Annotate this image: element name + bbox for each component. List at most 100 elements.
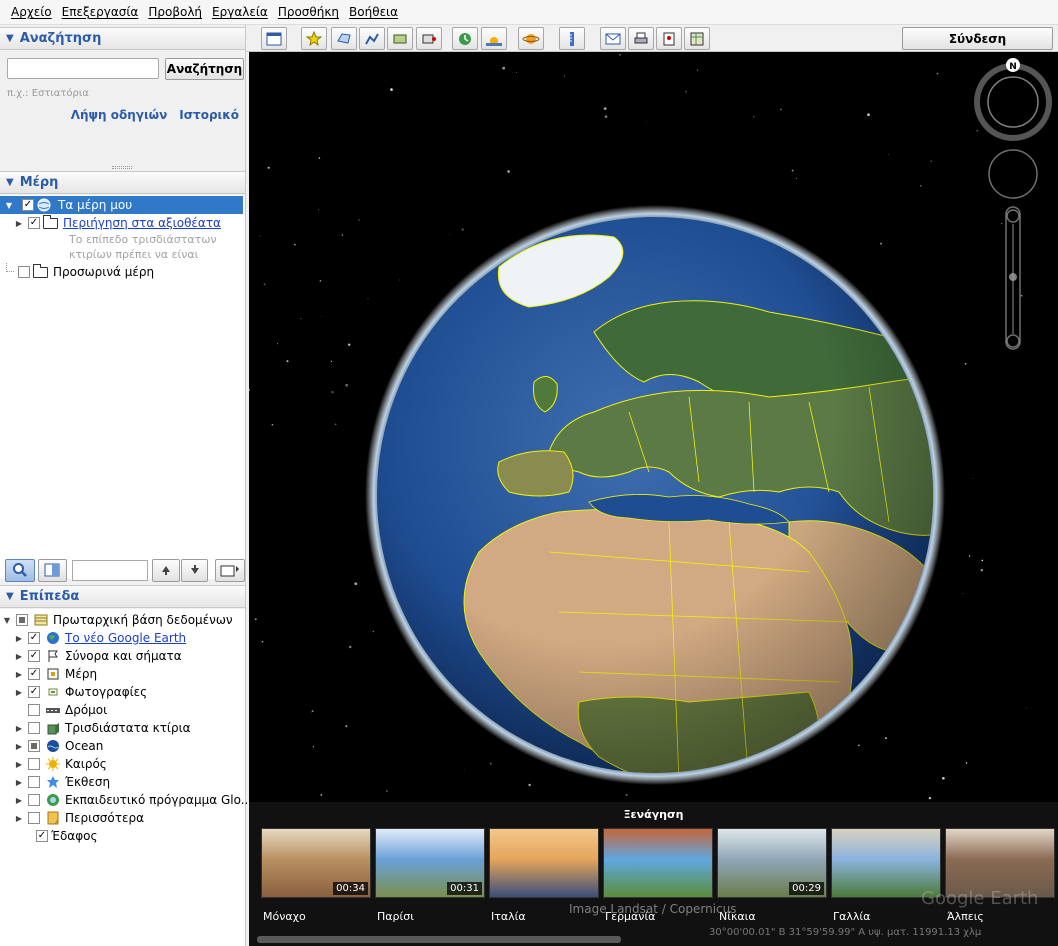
zoom-slider[interactable] <box>1005 206 1021 350</box>
tree-item-my-places[interactable]: ▼ ✓ Τα μέρη μου <box>0 196 243 214</box>
expand-icon[interactable]: ▶ <box>14 670 24 679</box>
menu-edit[interactable]: Επεξεργασία <box>57 5 144 19</box>
resize-grip[interactable] <box>112 166 132 169</box>
collapse-triangle-icon[interactable]: ▼ <box>6 33 14 44</box>
signin-button[interactable]: Σύνδεση <box>902 27 1053 50</box>
collapse-triangle-icon[interactable]: ▼ <box>6 177 14 188</box>
tour-duration: 00:31 <box>447 882 482 895</box>
expand-icon[interactable]: ▶ <box>14 796 24 805</box>
layer-item[interactable]: ✓ Έδαφος <box>22 827 98 845</box>
planets-button[interactable] <box>518 27 544 50</box>
expand-icon[interactable]: ▶ <box>14 219 24 228</box>
layer-checkbox[interactable]: ✓ <box>28 650 40 662</box>
expand-icon[interactable]: ▶ <box>14 652 24 661</box>
sidebar-toggle-button[interactable] <box>261 27 287 50</box>
temporary-places-checkbox[interactable] <box>18 266 30 278</box>
zoom-handle[interactable] <box>1009 273 1017 281</box>
tour-title: Ξενάγηση <box>623 808 684 821</box>
layer-checkbox[interactable] <box>28 776 40 788</box>
menu-view[interactable]: Προβολή <box>143 5 207 19</box>
places-header[interactable]: ▼ Μέρη <box>0 171 245 194</box>
layer-checkbox[interactable] <box>28 758 40 770</box>
expand-icon[interactable]: ▶ <box>14 742 24 751</box>
search-header[interactable]: ▼ Αναζήτηση <box>0 27 245 50</box>
layer-item[interactable]: ▶ ✓ Σύνορα και σήματα <box>14 647 182 665</box>
layer-checkbox[interactable]: ✓ <box>28 686 40 698</box>
search-layers-button[interactable] <box>5 558 35 582</box>
layer-checkbox[interactable]: ✓ <box>36 830 48 842</box>
menu-help[interactable]: Βοήθεια <box>344 5 403 19</box>
tree-item-temporary-places[interactable]: Προσωρινά μέρη <box>6 263 154 281</box>
tour-thumbnail[interactable] <box>603 828 713 898</box>
search-button[interactable]: Αναζήτηση <box>165 58 244 80</box>
expand-icon[interactable]: ▶ <box>14 634 24 643</box>
layer-item[interactable]: ▶ Τρισδιάστατα κτίρια <box>14 719 191 737</box>
tour-scrollbar[interactable] <box>257 936 621 943</box>
expand-icon[interactable]: ▶ <box>14 724 24 733</box>
layers-search-input[interactable] <box>72 559 149 581</box>
tour-thumbnail[interactable] <box>489 828 599 898</box>
move-up-button[interactable] <box>152 558 180 582</box>
tour-thumbnail[interactable]: 00:34 <box>261 828 371 898</box>
zoom-in-icon[interactable] <box>1006 209 1020 223</box>
layer-checkbox[interactable]: ✓ <box>28 668 40 680</box>
collapse-triangle-icon[interactable]: ▼ <box>6 591 14 602</box>
print-button[interactable] <box>628 27 654 50</box>
menu-tools[interactable]: Εργαλεία <box>207 5 273 19</box>
layer-checkbox[interactable] <box>28 722 40 734</box>
layer-label[interactable]: Το νέο Google Earth <box>65 631 186 645</box>
maps-view-button[interactable] <box>684 27 710 50</box>
search-header-label: Αναζήτηση <box>19 31 102 46</box>
sightseeing-checkbox[interactable]: ✓ <box>28 217 40 229</box>
layer-checkbox[interactable] <box>28 740 40 752</box>
sightseeing-link[interactable]: Περιήγηση στα αξιοθέατα <box>63 216 221 230</box>
save-image-button[interactable] <box>656 27 682 50</box>
expand-icon[interactable]: ▶ <box>14 814 24 823</box>
collapse-icon[interactable]: ▼ <box>2 616 12 625</box>
layer-item[interactable]: ▶ Ocean <box>14 737 103 755</box>
layer-checkbox[interactable] <box>28 794 40 806</box>
layer-item[interactable]: ▶ Εκπαιδευτικό πρόγραμμα Glo... <box>14 791 252 809</box>
my-places-checkbox[interactable]: ✓ <box>22 199 34 211</box>
layer-item[interactable]: Δρόμοι <box>14 701 107 719</box>
history-link[interactable]: Ιστορικό <box>179 108 239 122</box>
layer-item[interactable]: ▶ ✓ Μέρη <box>14 665 97 683</box>
layer-item[interactable]: ▼ Πρωταρχική βάση δεδομένων <box>2 611 233 629</box>
zoom-out-icon[interactable] <box>1006 334 1020 348</box>
folder-menu-button[interactable] <box>215 558 246 582</box>
overlay-button[interactable] <box>387 27 413 50</box>
tour-thumbnail[interactable]: 00:29 <box>717 828 827 898</box>
path-button[interactable] <box>359 27 385 50</box>
search-input[interactable] <box>7 58 159 79</box>
move-control[interactable] <box>988 149 1038 199</box>
panel-toggle-button[interactable] <box>37 558 68 582</box>
tour-record-button[interactable] <box>416 27 442 50</box>
layer-item[interactable]: ▶ Περισσότερα <box>14 809 144 827</box>
look-control[interactable]: N <box>974 58 1052 141</box>
layer-checkbox[interactable]: ✓ <box>28 632 40 644</box>
layer-item[interactable]: ▶ ✓ Φωτογραφίες <box>14 683 147 701</box>
layer-item[interactable]: ▶ Καιρός <box>14 755 107 773</box>
layer-checkbox[interactable] <box>16 614 28 626</box>
get-directions-link[interactable]: Λήψη οδηγιών <box>71 108 168 122</box>
sunlight-button[interactable] <box>481 27 507 50</box>
layer-item[interactable]: ▶ Έκθεση <box>14 773 110 791</box>
move-down-button[interactable] <box>180 558 209 582</box>
ruler-button[interactable] <box>559 27 585 50</box>
layers-header[interactable]: ▼ Επίπεδα <box>0 585 245 608</box>
menu-file[interactable]: Αρχείο <box>6 5 57 19</box>
email-icon <box>605 32 621 46</box>
expand-icon[interactable]: ▶ <box>14 688 24 697</box>
tour-thumbnail[interactable]: 00:31 <box>375 828 485 898</box>
historical-imagery-button[interactable] <box>452 27 478 50</box>
layer-checkbox[interactable] <box>28 812 40 824</box>
polygon-button[interactable] <box>331 27 357 50</box>
layer-checkbox[interactable] <box>28 704 40 716</box>
expand-icon[interactable]: ▶ <box>14 778 24 787</box>
expand-icon[interactable]: ▶ <box>14 760 24 769</box>
expand-icon[interactable]: ▼ <box>4 201 14 210</box>
layer-item[interactable]: ▶ ✓ Το νέο Google Earth <box>14 629 186 647</box>
placemark-button[interactable] <box>301 27 327 50</box>
menu-add[interactable]: Προσθήκη <box>273 5 344 19</box>
email-button[interactable] <box>600 27 626 50</box>
